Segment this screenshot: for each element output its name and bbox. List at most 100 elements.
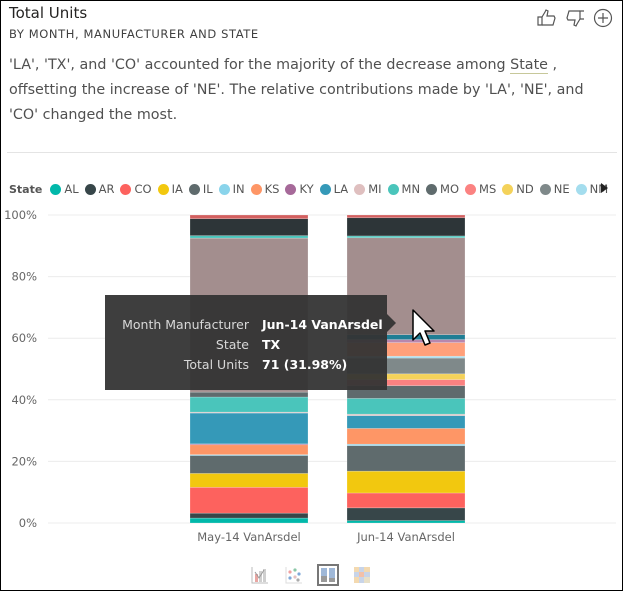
- legend-label: IA: [171, 182, 183, 196]
- legend-item-nd[interactable]: ND: [502, 182, 534, 196]
- legend-dot-icon: [502, 183, 514, 195]
- legend-item-ne[interactable]: NE: [539, 182, 570, 196]
- legend-label: ND: [516, 182, 534, 196]
- chart-tooltip: Month Manufacturer Jun-14 VanArsdel Stat…: [105, 295, 387, 390]
- thumbs-down-icon: [566, 10, 584, 27]
- bar-segment-mn[interactable]: [189, 396, 309, 413]
- bar-segment-ar[interactable]: [189, 512, 309, 519]
- tooltip-value: Jun-14 VanArsdel: [262, 317, 383, 332]
- mouse-cursor-icon: [412, 309, 435, 346]
- visual-type-switcher: [249, 564, 373, 586]
- legend-item-ms[interactable]: MS: [465, 182, 496, 196]
- legend-item-mi[interactable]: MI: [354, 182, 382, 196]
- bar-segment-ks[interactable]: [346, 428, 466, 445]
- bar-segment-la[interactable]: [189, 412, 309, 445]
- treemap-icon: [354, 567, 370, 583]
- bar-segment-co[interactable]: [346, 492, 466, 509]
- bar-segment-la[interactable]: [346, 415, 466, 429]
- scatter-chart-icon: [285, 567, 302, 584]
- treemap-button[interactable]: [351, 564, 373, 586]
- legend-dot-icon: [50, 183, 62, 195]
- plus-circle-icon: [593, 8, 613, 28]
- stacked-column-button[interactable]: [317, 564, 339, 586]
- visual-subtitle: BY MONTH, MANUFACTURER AND STATE: [9, 27, 259, 41]
- bar-segment-ia[interactable]: [346, 470, 466, 494]
- y-tick-label: 0%: [19, 516, 37, 530]
- insight-text: 'LA', 'TX', and 'CO' accounted for the m…: [9, 53, 609, 128]
- visual-title: Total Units: [9, 4, 88, 22]
- tooltip-key: State: [215, 337, 249, 352]
- bar-segment-mo[interactable]: [189, 391, 309, 398]
- y-tick-label: 80%: [11, 270, 37, 284]
- bar-segment-wa[interactable]: [346, 217, 466, 237]
- legend-title: State: [9, 182, 43, 196]
- legend-label: KY: [299, 182, 314, 196]
- insight-state-link[interactable]: State: [510, 57, 548, 74]
- legend-dot-icon: [539, 183, 551, 195]
- bar-segment-wy[interactable]: [346, 214, 466, 219]
- tooltip-row: Month Manufacturer Jun-14 VanArsdel: [105, 317, 387, 337]
- legend-item-ks[interactable]: KS: [250, 182, 280, 196]
- bar-segment-ks[interactable]: [189, 444, 309, 455]
- y-tick-label: 60%: [11, 331, 37, 345]
- bar-segment-wy[interactable]: [189, 214, 309, 219]
- legend-dot-icon: [387, 183, 399, 195]
- legend-item-ia[interactable]: IA: [157, 182, 183, 196]
- tooltip-value: TX: [262, 337, 281, 352]
- legend-label: IL: [202, 182, 213, 196]
- legend-label: CO: [134, 182, 152, 196]
- add-button[interactable]: [592, 8, 614, 28]
- legend-item-in[interactable]: IN: [218, 182, 245, 196]
- bar-segment-ia[interactable]: [189, 473, 309, 488]
- legend-dot-icon: [250, 183, 262, 195]
- bar-segment-ut[interactable]: [189, 235, 309, 239]
- thumbs-up-button[interactable]: [536, 8, 558, 28]
- bar-segment-wa[interactable]: [189, 218, 309, 236]
- legend-dot-icon: [218, 183, 230, 195]
- legend-item-la[interactable]: LA: [319, 182, 349, 196]
- legend-dot-icon: [319, 183, 331, 195]
- bar-segment-il[interactable]: [346, 445, 466, 472]
- legend-label: MI: [368, 182, 382, 196]
- legend-dot-icon: [426, 183, 438, 195]
- bar-segment-ar[interactable]: [346, 507, 466, 521]
- scatter-chart-button[interactable]: [283, 564, 305, 586]
- legend-dot-icon: [285, 183, 297, 195]
- bar-segment-al[interactable]: [189, 517, 309, 524]
- y-tick-label: 20%: [11, 454, 37, 468]
- legend-item-al[interactable]: AL: [50, 182, 79, 196]
- bar-segment-il[interactable]: [189, 455, 309, 474]
- bar-segment-al[interactable]: [346, 520, 466, 524]
- y-tick-label: 100%: [4, 208, 37, 222]
- tooltip-row: State TX: [105, 337, 387, 357]
- legend-label: MN: [401, 182, 421, 196]
- legend-item-mn[interactable]: MN: [387, 182, 421, 196]
- legend-item-ar[interactable]: AR: [84, 182, 115, 196]
- divider: [7, 152, 617, 153]
- chart-legend: State AL AR CO IA IL IN KS KY LA MI MN MO MS ND NE NM: [9, 182, 614, 196]
- visual-actions: [536, 8, 614, 28]
- line-chart-button[interactable]: [249, 564, 271, 586]
- legend-item-mo[interactable]: MO: [426, 182, 459, 196]
- y-tick-label: 40%: [11, 393, 37, 407]
- legend-next-arrow-icon[interactable]: [601, 183, 608, 193]
- legend-item-ky[interactable]: KY: [285, 182, 314, 196]
- bar-segment-co[interactable]: [189, 486, 309, 514]
- legend-dot-icon: [120, 183, 132, 195]
- legend-item-il[interactable]: IL: [188, 182, 213, 196]
- insight-part1: 'LA', 'TX', and 'CO' accounted for the m…: [9, 57, 511, 73]
- thumbs-down-button[interactable]: [564, 8, 586, 28]
- legend-label: KS: [264, 182, 280, 196]
- legend-label: NE: [553, 182, 570, 196]
- legend-label: AR: [98, 182, 115, 196]
- stacked-column-icon: [321, 568, 335, 582]
- legend-item-co[interactable]: CO: [120, 182, 152, 196]
- legend-dot-icon: [465, 183, 477, 195]
- bar-segment-mn[interactable]: [346, 398, 466, 415]
- legend-label: LA: [333, 182, 349, 196]
- tooltip-key: Total Units: [183, 357, 249, 372]
- legend-label: AL: [64, 182, 79, 196]
- x-tick-label: May-14 VanArsdel: [197, 530, 300, 544]
- legend-dot-icon: [188, 183, 200, 195]
- tooltip-key: Month Manufacturer: [122, 317, 249, 332]
